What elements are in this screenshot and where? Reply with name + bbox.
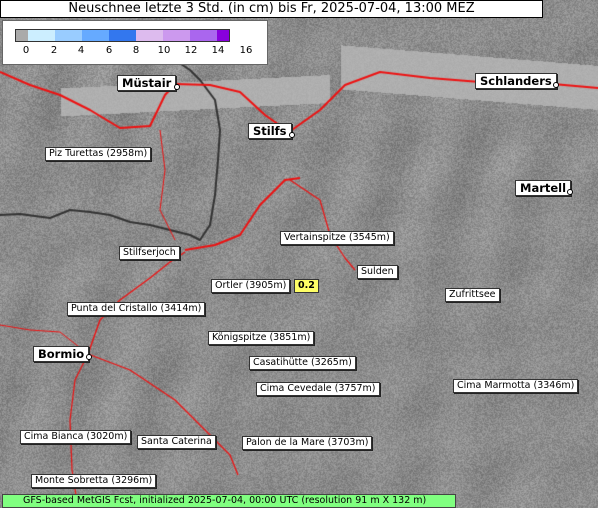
place-label-bormio[interactable]: Bormio — [33, 346, 90, 362]
legend-tick: 8 — [132, 45, 140, 56]
town-marker — [86, 354, 92, 360]
place-label-muestair[interactable]: Müstair — [117, 75, 177, 91]
place-label-punta-del-cristallo[interactable]: Punta del Cristallo (3414m) — [67, 302, 206, 316]
legend: 0 2 4 6 8 10 12 14 16 — [2, 20, 268, 65]
town-marker — [289, 132, 295, 138]
legend-seg — [136, 30, 163, 41]
place-label-martell[interactable]: Martell — [515, 180, 572, 196]
legend-tick: 14 — [211, 45, 225, 56]
town-marker — [553, 82, 559, 88]
legend-seg — [109, 30, 136, 41]
legend-tick: 12 — [184, 45, 198, 56]
place-label-cima-cevedale[interactable]: Cima Cevedale (3757m) — [256, 382, 380, 396]
place-label-palon-de-la-mare[interactable]: Palon de la Mare (3703m) — [242, 436, 373, 450]
place-label-casatihuette[interactable]: Casatihütte (3265m) — [249, 356, 356, 370]
legend-seg — [55, 30, 82, 41]
place-label-koenigspitze[interactable]: Königspitze (3851m) — [208, 331, 315, 345]
map-title: Neuschnee letzte 3 Std. (in cm) bis Fr, … — [0, 0, 543, 18]
legend-tick: 6 — [105, 45, 113, 56]
place-label-stilfserjoch[interactable]: Stilfserjoch — [119, 246, 180, 260]
place-label-cima-bianca[interactable]: Cima Bianca (3020m) — [20, 430, 132, 444]
legend-seg — [16, 30, 28, 41]
legend-tick: 16 — [239, 45, 253, 56]
legend-tick: 10 — [157, 45, 171, 56]
place-label-schlanders[interactable]: Schlanders — [475, 73, 557, 89]
legend-tick: 2 — [50, 45, 58, 56]
place-label-santa-caterina[interactable]: Santa Caterina — [137, 435, 216, 449]
legend-seg — [28, 30, 55, 41]
place-label-piz-turettas[interactable]: Piz Turettas (2958m) — [45, 147, 152, 161]
forecast-footer: GFS-based MetGIS Fcst, initialized 2025-… — [2, 494, 456, 508]
legend-seg — [163, 30, 190, 41]
town-marker — [174, 84, 180, 90]
legend-seg — [190, 30, 217, 41]
place-label-cima-marmotta[interactable]: Cima Marmotta (3346m) — [453, 379, 579, 393]
place-label-sulden[interactable]: Sulden — [357, 265, 398, 279]
place-label-ortler[interactable]: Ortler (3905m) — [211, 279, 291, 293]
legend-tick: 4 — [77, 45, 85, 56]
place-label-zufrittsee[interactable]: Zufrittsee — [445, 288, 500, 302]
place-label-vertainspitze[interactable]: Vertainspitze (3545m) — [280, 231, 394, 245]
place-label-monte-sobretta[interactable]: Monte Sobretta (3296m) — [31, 474, 157, 488]
town-marker — [567, 189, 573, 195]
place-label-stilfs[interactable]: Stilfs — [248, 123, 292, 139]
legend-seg — [217, 30, 229, 41]
legend-colorbar — [15, 29, 230, 42]
legend-tick: 0 — [22, 45, 30, 56]
snowfall-value-badge[interactable]: 0.2 — [294, 279, 319, 293]
legend-seg — [82, 30, 109, 41]
